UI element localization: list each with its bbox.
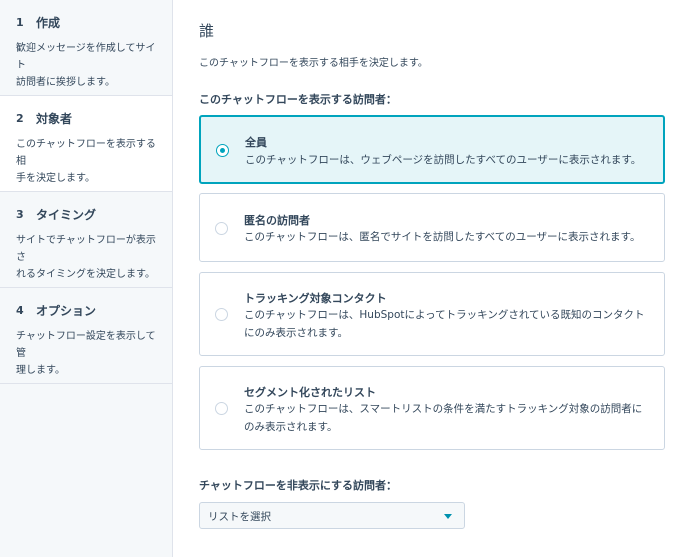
option-title: トラッキング対象コンタクト <box>244 292 387 305</box>
page-title: 誰 <box>199 22 215 40</box>
step-description: サイトでチャットフローが表示さ れるタイミングを決定します。 <box>16 235 156 280</box>
step-description: 歓迎メッセージを作成してサイト 訪問者に挨拶します。 <box>16 43 156 88</box>
list-select-dropdown[interactable]: リストを選択 <box>199 502 465 529</box>
step-number: 2 <box>16 112 24 125</box>
radio-dot <box>220 148 225 153</box>
step-timing[interactable]: 3 タイミング サイトでチャットフローが表示さ れるタイミングを決定します。 <box>0 192 172 288</box>
radio-button[interactable] <box>215 222 228 235</box>
option-description: このチャットフローは、スマートリストの条件を満たすトラッキング対象の訪問者にのみ… <box>244 403 643 433</box>
caret-down-icon <box>444 514 452 519</box>
option-description: このチャットフローは、HubSpotによってトラッキングされている既知のコンタク… <box>244 309 645 339</box>
option-title: 匿名の訪問者 <box>244 214 310 227</box>
step-description: チャットフロー設定を表示して管 理します。 <box>16 331 156 376</box>
option-description: このチャットフローは、ウェブページを訪問したすべてのユーザーに表示されます。 <box>245 154 642 166</box>
show-visitors-label: このチャットフローを表示する訪問者： <box>199 93 397 106</box>
radio-button[interactable] <box>215 308 228 321</box>
hide-visitors-label: チャットフローを非表示にする訪問者： <box>199 479 397 492</box>
step-title: 作成 <box>36 16 61 30</box>
step-title: 対象者 <box>36 112 73 126</box>
step-options[interactable]: 4 オプション チャットフロー設定を表示して管 理します。 <box>0 288 172 384</box>
option-segmented-list[interactable]: セグメント化されたリスト このチャットフローは、スマートリストの条件を満たすトラ… <box>199 366 665 450</box>
step-title: オプション <box>36 304 97 318</box>
option-everyone[interactable]: 全員 このチャットフローは、ウェブページを訪問したすべてのユーザーに表示されます… <box>199 115 665 184</box>
step-number: 4 <box>16 304 24 317</box>
step-number: 1 <box>16 16 24 29</box>
step-number: 3 <box>16 208 24 221</box>
step-audience[interactable]: 2 対象者 このチャットフローを表示する相 手を決定します。 <box>0 96 172 192</box>
option-title: セグメント化されたリスト <box>244 386 376 399</box>
steps-sidebar: 1 作成 歓迎メッセージを作成してサイト 訪問者に挨拶します。 2 対象者 このチ… <box>0 0 173 557</box>
option-anonymous-visitors[interactable]: 匿名の訪問者 このチャットフローは、匿名でサイトを訪問したすべてのユーザーに表示… <box>199 193 665 262</box>
radio-button[interactable] <box>215 402 228 415</box>
option-tracked-contacts[interactable]: トラッキング対象コンタクト このチャットフローは、HubSpotによってトラッキ… <box>199 272 665 356</box>
radio-button[interactable] <box>216 144 229 157</box>
option-title: 全員 <box>245 136 267 149</box>
step-title: タイミング <box>36 208 97 222</box>
page-subtitle: このチャットフローを表示する相手を決定します。 <box>199 58 428 69</box>
option-description: このチャットフローは、匿名でサイトを訪問したすべてのユーザーに表示されます。 <box>244 231 641 243</box>
step-create[interactable]: 1 作成 歓迎メッセージを作成してサイト 訪問者に挨拶します。 <box>0 0 172 96</box>
list-select-value: リストを選択 <box>208 511 271 523</box>
step-description: このチャットフローを表示する相 手を決定します。 <box>16 139 156 184</box>
